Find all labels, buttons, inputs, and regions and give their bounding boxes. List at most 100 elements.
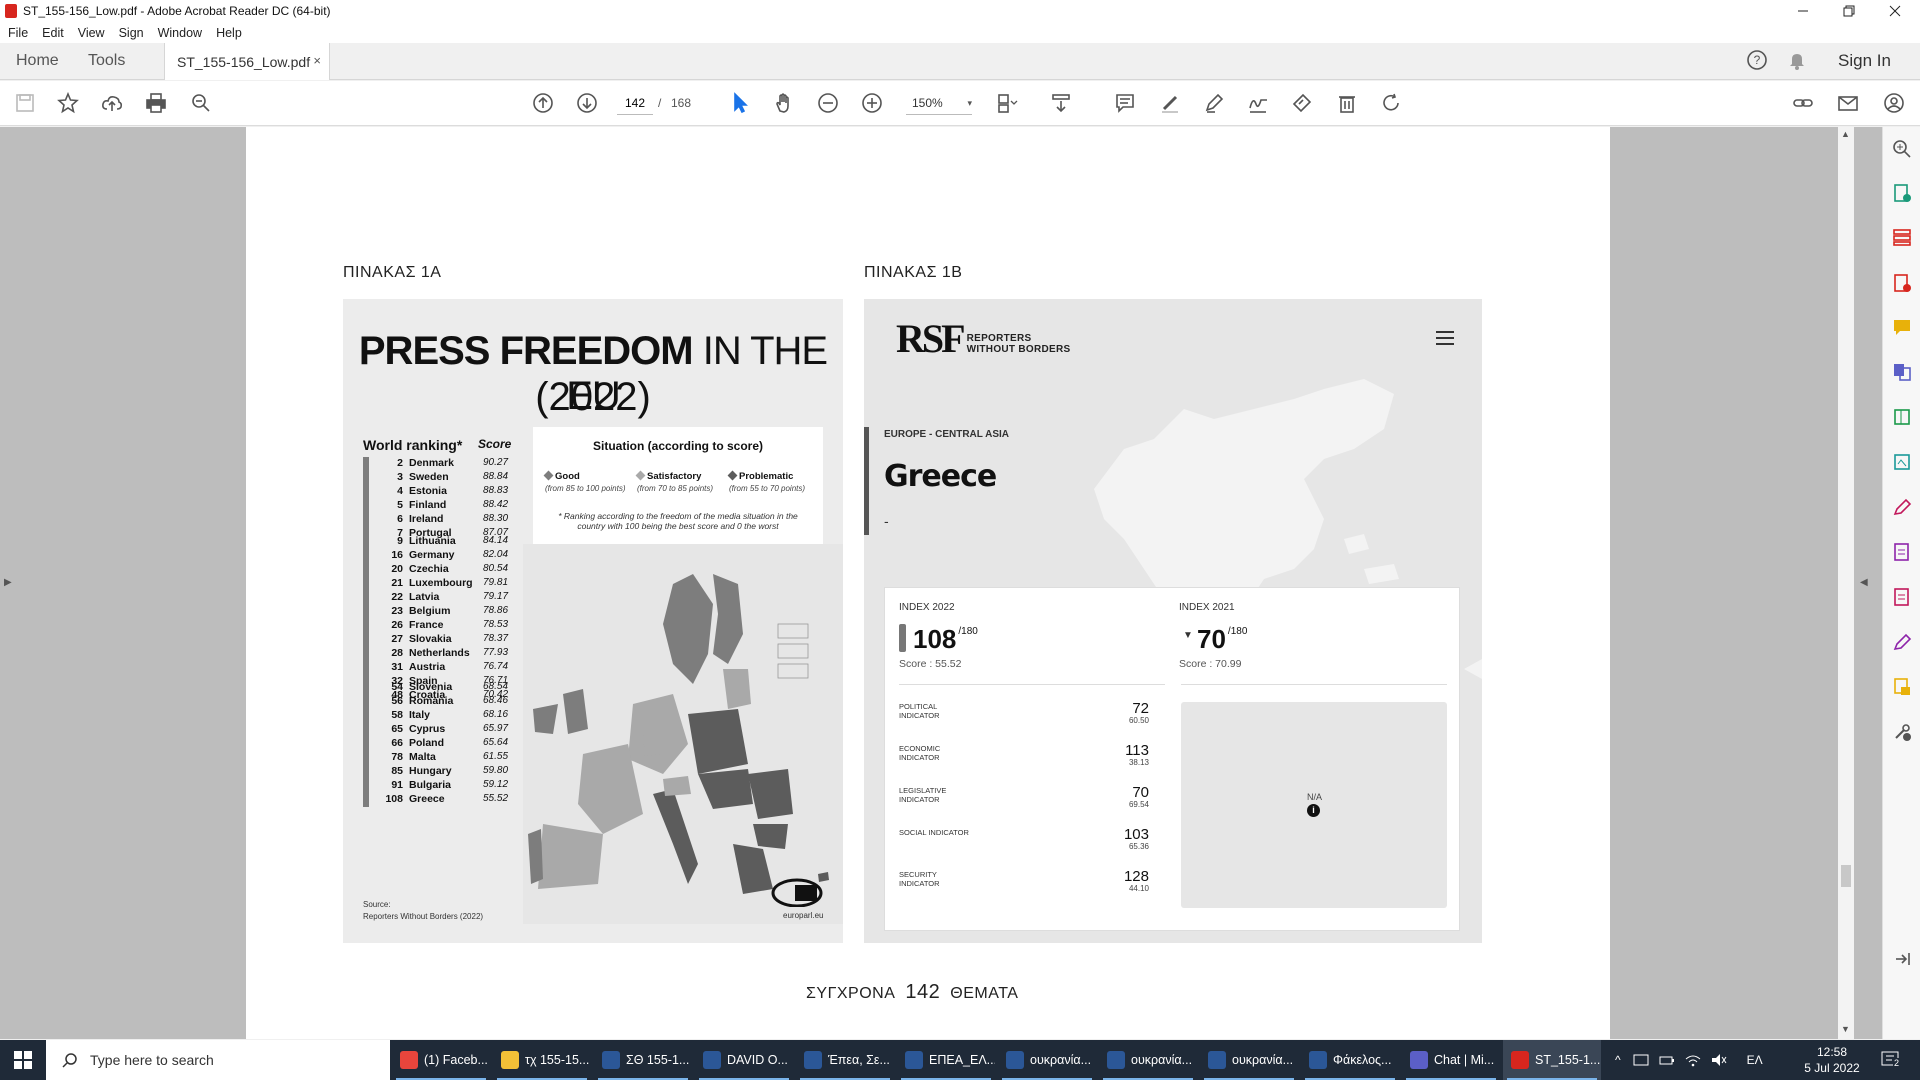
document-viewer[interactable]: ▶ ΠΙΝΑΚΑΣ 1Α ΠΙΝΑΚΑΣ 1Β PRESS FREEDOM IN… <box>0 127 1882 1039</box>
comment-tool-button[interactable] <box>1892 317 1912 337</box>
tab-close-icon[interactable]: × <box>313 53 321 68</box>
zoom-level-select[interactable]: 150% ▾ <box>906 91 972 115</box>
rank-number: 54 <box>391 681 403 693</box>
page-number-input[interactable] <box>617 91 653 115</box>
save-button[interactable] <box>12 90 38 116</box>
zoom-tool-button[interactable] <box>1892 139 1912 159</box>
select-tool-button[interactable] <box>727 90 753 116</box>
scan-ocr-button[interactable] <box>1892 452 1912 472</box>
taskbar-app-label: ΣΘ 155-1... <box>626 1053 690 1067</box>
taskbar-app[interactable]: ουκρανία... <box>998 1040 1096 1080</box>
email-button[interactable] <box>1835 90 1861 116</box>
previous-page-button[interactable] <box>530 90 556 116</box>
print-button[interactable] <box>143 90 169 116</box>
edit-pdf-button[interactable] <box>1892 407 1912 427</box>
highlight-button[interactable] <box>1157 90 1183 116</box>
situation-title: Situation (according to score) <box>592 439 763 453</box>
scroll-down-arrow-icon[interactable]: ▼ <box>1841 1024 1850 1034</box>
tab-document[interactable]: ST_155-156_Low.pdf × <box>164 43 330 80</box>
scroll-mode-button[interactable] <box>1048 90 1074 116</box>
help-button[interactable]: ? <box>1746 49 1768 71</box>
zoom-out-button[interactable] <box>815 90 841 116</box>
create-pdf-button[interactable] <box>1892 273 1912 293</box>
taskbar-search[interactable]: Type here to search <box>46 1040 390 1080</box>
comment-button[interactable] <box>1112 90 1138 116</box>
fill-sign-tool-button[interactable] <box>1892 497 1912 517</box>
request-signatures-button[interactable] <box>1892 632 1912 652</box>
menu-view[interactable]: View <box>78 26 105 40</box>
rsf-logo[interactable]: RSF REPORTERS WITHOUT BORDERS <box>896 319 1071 359</box>
hand-tool-button[interactable] <box>771 90 797 116</box>
menu-file[interactable]: File <box>8 26 28 40</box>
ranking-row: 31 Austria 76.74 <box>377 661 508 675</box>
tab-home[interactable]: Home <box>16 52 59 70</box>
export-pdf-icon <box>1894 184 1911 202</box>
start-button[interactable] <box>0 1040 46 1080</box>
volume-muted-icon[interactable] <box>1711 1053 1727 1067</box>
menu-edit[interactable]: Edit <box>42 26 64 40</box>
wifi-icon[interactable] <box>1685 1053 1701 1067</box>
left-panel-toggle-icon[interactable]: ▶ <box>4 577 12 588</box>
next-page-button[interactable] <box>574 90 600 116</box>
index-2022-label: INDEX 2022 <box>899 602 955 613</box>
notifications-button[interactable] <box>1786 49 1808 71</box>
language-indicator[interactable]: ΕΛ <box>1747 1053 1763 1067</box>
taskbar-app[interactable]: Έπεα, Σε... <box>796 1040 894 1080</box>
hamburger-menu-icon[interactable] <box>1436 331 1454 345</box>
taskbar-app[interactable]: Φάκελος... <box>1301 1040 1399 1080</box>
indicator-row: SOCIAL INDICATOR 103 65.36 <box>899 826 1161 870</box>
redact-button[interactable] <box>1289 90 1315 116</box>
rotate-button[interactable] <box>1378 90 1404 116</box>
menu-window[interactable]: Window <box>158 26 202 40</box>
fill-sign-button[interactable] <box>1245 90 1271 116</box>
minimize-button[interactable] <box>1780 0 1826 22</box>
sign-in-link[interactable]: Sign In <box>1838 51 1891 71</box>
tab-tools[interactable]: Tools <box>88 52 125 70</box>
battery-icon[interactable] <box>1659 1053 1675 1067</box>
info-icon[interactable]: i <box>1307 804 1320 817</box>
menu-help[interactable]: Help <box>216 26 242 40</box>
ranking-group-bar <box>363 681 369 807</box>
restore-button[interactable] <box>1826 0 1872 22</box>
prepare-form-button[interactable] <box>1892 587 1912 607</box>
taskbar-app[interactable]: ουκρανία... <box>1200 1040 1298 1080</box>
indicator-row: LEGISLATIVE INDICATOR 70 69.54 <box>899 784 1161 828</box>
draw-button[interactable] <box>1201 90 1227 116</box>
clock[interactable]: 12:58 5 Jul 2022 <box>1800 1044 1864 1076</box>
export-pdf-button[interactable] <box>1892 183 1912 203</box>
send-for-comments-button[interactable] <box>1892 677 1912 697</box>
taskbar-app[interactable]: ουκρανία... <box>1099 1040 1197 1080</box>
taskbar-app[interactable]: ΕΠΕΑ_ΕΛ... <box>897 1040 995 1080</box>
collapse-panel-button[interactable] <box>1892 949 1912 969</box>
map-panel[interactable]: N/A i <box>1181 702 1447 908</box>
close-button[interactable] <box>1872 0 1918 22</box>
protect-button[interactable] <box>1892 542 1912 562</box>
taskbar-app[interactable]: τχ 155-15... <box>493 1040 591 1080</box>
scrollbar-thumb[interactable] <box>1841 865 1851 887</box>
zoom-in-button[interactable] <box>859 90 885 116</box>
notification-center-button[interactable]: 2 <box>1880 1050 1902 1070</box>
find-button[interactable] <box>188 90 214 116</box>
title-bar: ST_155-156_Low.pdf - Adobe Acrobat Reade… <box>0 0 1920 22</box>
taskbar-app[interactable]: Chat | Mi... <box>1402 1040 1500 1080</box>
taskbar-app[interactable]: ΣΘ 155-1... <box>594 1040 692 1080</box>
page-display-button[interactable] <box>994 90 1020 116</box>
network-status-icon[interactable] <box>1633 1053 1649 1067</box>
menu-sign[interactable]: Sign <box>119 26 144 40</box>
more-tools-button[interactable] <box>1892 722 1912 742</box>
vertical-scrollbar[interactable]: ▲ ▼ <box>1838 127 1854 1039</box>
upload-button[interactable] <box>99 90 125 116</box>
combine-files-button[interactable] <box>1892 362 1912 382</box>
taskbar-app[interactable]: (1) Faceb... <box>392 1040 490 1080</box>
share-link-button[interactable] <box>1790 90 1816 116</box>
delete-button[interactable] <box>1334 90 1360 116</box>
scroll-up-icon[interactable]: ▲ <box>1841 129 1850 139</box>
organize-pages-button[interactable] <box>1892 227 1912 247</box>
right-panel-toggle-icon[interactable]: ◀ <box>1860 577 1868 588</box>
chevron-up-icon[interactable]: ^ <box>1615 1053 1621 1067</box>
clock-time: 12:58 <box>1816 1045 1848 1059</box>
account-button[interactable] <box>1881 90 1907 116</box>
taskbar-app[interactable]: DAVID O... <box>695 1040 793 1080</box>
taskbar-app[interactable]: ST_155-1... <box>1503 1040 1601 1080</box>
bookmark-button[interactable] <box>55 90 81 116</box>
